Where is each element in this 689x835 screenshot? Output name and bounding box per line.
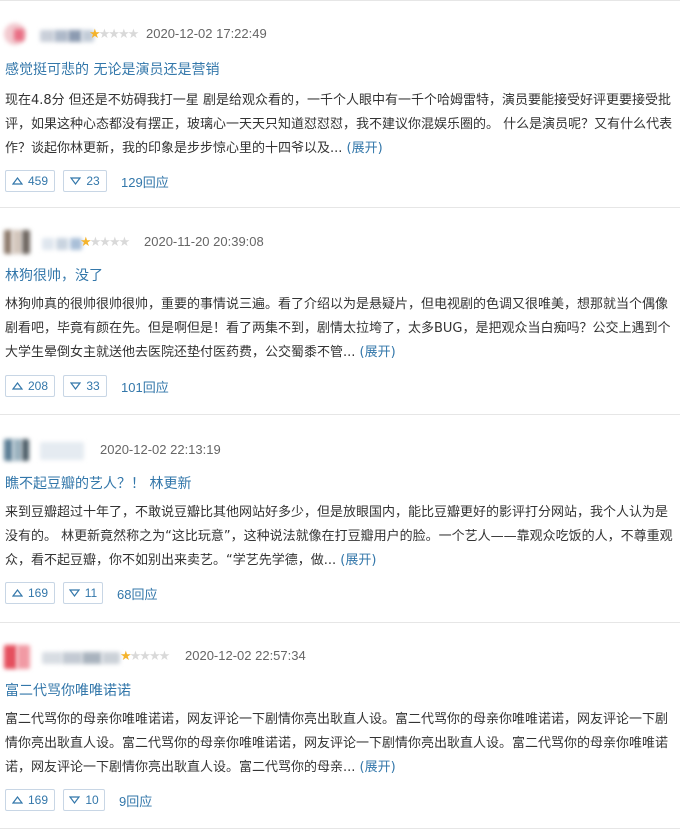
useful-button[interactable]: 459 — [5, 170, 55, 192]
review-item: ★★★★★ 2020-11-20 20:39:08 林狗很帅，没了 林狗帅真的很… — [0, 207, 680, 415]
review-body-line: 现在4.8分 但还是不妨碍我打一星 剧是给观众看的，一千个人眼中有一千个哈姆雷特… — [5, 93, 671, 108]
review-actions: 208 33 101回应 — [5, 375, 169, 397]
review-body-line-text: 作？谈起你林更新，我的印象是步步惊心里的十四爷以及... — [5, 141, 343, 156]
review-title[interactable]: 感觉挺可悲的 无论是演员还是营销 — [5, 59, 219, 79]
review-body: 来到豆瓣超过十年了，不敢说豆瓣比其他网站好多少，但是放眼国内，能比豆瓣更好的影评… — [5, 501, 675, 573]
review-date: 2020-12-02 22:57:34 — [185, 648, 306, 663]
triangle-down-icon — [69, 796, 81, 804]
avatar[interactable] — [4, 437, 30, 463]
star-icon: ★★★★ — [129, 649, 171, 664]
triangle-up-icon — [11, 177, 23, 185]
review-body-line: 作？谈起你林更新，我的印象是步步惊心里的十四爷以及... (展开) — [5, 137, 675, 161]
avatar[interactable] — [4, 643, 32, 669]
review-body-line: 评，如果这种心态都没有摆正，玻璃心一天天只知道怼怼怼，我不建议你混娱乐圈的。 什… — [5, 117, 673, 132]
review-body-line-text: 众，看不起豆瓣，你不如别出来卖艺。“学艺先学德，做... — [5, 553, 337, 568]
review-date: 2020-12-02 17:22:49 — [146, 26, 267, 41]
review-date: 2020-11-20 20:39:08 — [144, 234, 264, 249]
review-title[interactable]: 林狗很帅，没了 — [5, 265, 103, 285]
review-body-line: 没有的。 林更新竟然称之为“这比玩意”，这种说法就像在打豆瓣用户的脸。一个艺人—… — [5, 529, 673, 544]
star-icon: ★ — [80, 235, 92, 250]
username-blurred[interactable] — [42, 643, 124, 669]
review-body: 林狗帅真的很帅很帅很帅，重要的事情说三遍。看了介绍以为是悬疑片，但电视剧的色调又… — [5, 293, 675, 365]
review-header: 2020-12-02 22:13:19 — [4, 435, 221, 465]
useful-count: 459 — [27, 174, 49, 188]
useful-count: 169 — [27, 586, 49, 600]
useful-count: 169 — [27, 793, 49, 807]
username-blurred[interactable] — [40, 437, 86, 463]
star-icon: ★ — [120, 649, 132, 664]
triangle-down-icon — [68, 589, 80, 597]
review-header: ★★★★★ 2020-12-02 17:22:49 — [4, 19, 267, 49]
expand-link[interactable]: (展开) — [347, 141, 383, 156]
review-body: 现在4.8分 但还是不妨碍我打一星 剧是给观众看的，一千个人眼中有一千个哈姆雷特… — [5, 89, 675, 161]
review-body-line: 大学生晕倒女主就送他去医院还垫付医药费，公交蜀黍不管... (展开) — [5, 341, 675, 365]
useful-button[interactable]: 208 — [5, 375, 55, 397]
useful-count: 208 — [27, 379, 49, 393]
useless-count: 11 — [84, 586, 98, 600]
review-list: ★★★★★ 2020-12-02 17:22:49 感觉挺可悲的 无论是演员还是… — [0, 0, 689, 835]
review-body-line-text: 大学生晕倒女主就送他去医院还垫付医药费，公交蜀黍不管... — [5, 345, 356, 360]
rating-stars: ★★★★★ — [89, 27, 140, 42]
review-header: ★★★★★ 2020-11-20 20:39:08 — [4, 227, 264, 257]
reply-link[interactable]: 101回应 — [121, 377, 169, 396]
review-body-line: 富二代骂你的母亲你唯唯诺诺，网友评论一下剧情你亮出耿直人设。富二代骂你的母亲你唯… — [5, 712, 669, 727]
review-body: 富二代骂你的母亲你唯唯诺诺，网友评论一下剧情你亮出耿直人设。富二代骂你的母亲你唯… — [5, 708, 675, 780]
useful-button[interactable]: 169 — [5, 789, 55, 811]
triangle-up-icon — [11, 796, 23, 804]
useless-button[interactable]: 11 — [63, 582, 103, 604]
triangle-up-icon — [11, 382, 23, 390]
review-body-line-text: 诺，网友评论一下剧情你亮出耿直人设。富二代骂你的母亲... — [5, 760, 356, 775]
review-title[interactable]: 富二代骂你唯唯诺诺 — [5, 680, 131, 700]
star-icon: ★★★★ — [89, 235, 131, 250]
reply-link[interactable]: 129回应 — [121, 172, 169, 191]
review-date: 2020-12-02 22:13:19 — [100, 442, 221, 457]
reply-link[interactable]: 9回应 — [119, 791, 152, 810]
review-item: ★★★★★ 2020-12-02 22:57:34 富二代骂你唯唯诺诺 富二代骂… — [0, 623, 680, 829]
reply-link[interactable]: 68回应 — [117, 584, 157, 603]
rating-stars: ★★★★★ — [80, 235, 131, 250]
useless-button[interactable]: 10 — [63, 789, 105, 811]
review-actions: 459 23 129回应 — [5, 170, 169, 192]
review-body-line: 剧看吧，毕竟有颜在先。但是啊但是！看了两集不到，剧情太拉垮了，太多BUG，是把观… — [5, 321, 671, 336]
useless-button[interactable]: 23 — [63, 170, 107, 192]
star-icon: ★★★★ — [98, 27, 140, 42]
avatar[interactable] — [4, 21, 30, 47]
review-body-line: 诺，网友评论一下剧情你亮出耿直人设。富二代骂你的母亲... (展开) — [5, 756, 675, 780]
useless-count: 23 — [86, 174, 100, 188]
useless-count: 33 — [86, 379, 100, 393]
expand-link[interactable]: (展开) — [360, 345, 396, 360]
review-actions: 169 11 68回应 — [5, 582, 157, 604]
avatar[interactable] — [4, 229, 32, 255]
review-header: ★★★★★ 2020-12-02 22:57:34 — [4, 641, 306, 671]
review-body-line: 来到豆瓣超过十年了，不敢说豆瓣比其他网站好多少，但是放眼国内，能比豆瓣更好的影评… — [5, 505, 669, 520]
useless-button[interactable]: 33 — [63, 375, 107, 397]
triangle-down-icon — [70, 382, 82, 390]
review-item: 2020-12-02 22:13:19 瞧不起豆瓣的艺人？！ 林更新 来到豆瓣超… — [0, 415, 680, 623]
useful-button[interactable]: 169 — [5, 582, 55, 604]
expand-link[interactable]: (展开) — [360, 760, 396, 775]
useless-count: 10 — [85, 793, 99, 807]
review-body-line: 林狗帅真的很帅很帅很帅，重要的事情说三遍。看了介绍以为是悬疑片，但电视剧的色调又… — [5, 297, 669, 312]
rating-stars: ★★★★★ — [120, 649, 171, 664]
triangle-down-icon — [70, 177, 82, 185]
review-item: ★★★★★ 2020-12-02 17:22:49 感觉挺可悲的 无论是演员还是… — [0, 0, 680, 208]
expand-link[interactable]: (展开) — [340, 553, 376, 568]
star-icon: ★ — [89, 27, 101, 42]
review-title[interactable]: 瞧不起豆瓣的艺人？！ 林更新 — [5, 473, 191, 493]
review-actions: 169 10 9回应 — [5, 789, 152, 811]
review-body-line: 众，看不起豆瓣，你不如别出来卖艺。“学艺先学德，做... (展开) — [5, 549, 675, 573]
triangle-up-icon — [11, 589, 23, 597]
review-body-line: 情你亮出耿直人设。富二代骂你的母亲你唯唯诺诺，网友评论一下剧情你亮出耿直人设。富… — [5, 736, 669, 751]
